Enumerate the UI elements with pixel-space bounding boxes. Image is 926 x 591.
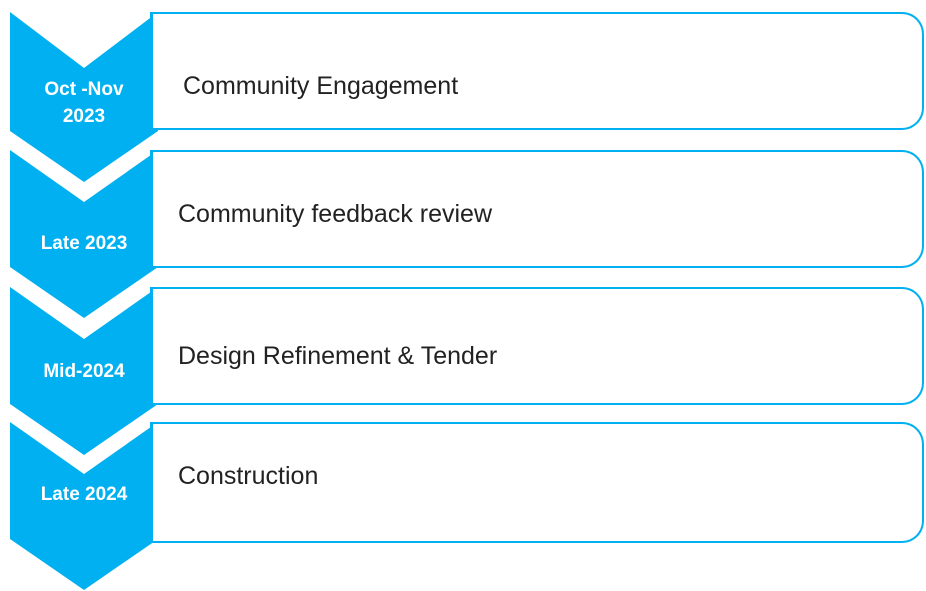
process-timeline: Oct -Nov 2023 Community Engagement Late …: [0, 0, 926, 591]
timeline-stage: Late 2024 Construction: [0, 422, 926, 590]
stage-period-label: Oct -Nov 2023: [44, 79, 124, 127]
stage-activity-label: Construction: [178, 462, 319, 490]
stage-period-label: Late 2023: [40, 233, 128, 254]
stage-box: Community Engagement: [150, 12, 924, 130]
stage-box: Community feedback review: [150, 150, 924, 268]
stage-box: Design Refinement & Tender: [150, 287, 924, 405]
stage-activity-label: Design Refinement & Tender: [178, 342, 498, 370]
stage-period-label: Late 2024: [40, 484, 128, 505]
stage-period-label: Mid-2024: [43, 361, 125, 382]
stage-activity-label: Community Engagement: [183, 72, 459, 100]
stage-activity-label: Community feedback review: [178, 200, 493, 228]
stage-box: Construction: [150, 422, 924, 543]
